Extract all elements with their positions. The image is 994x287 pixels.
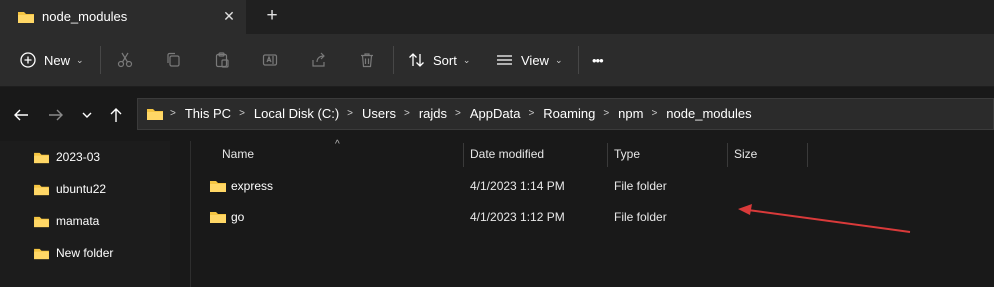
view-button[interactable]: View ⌄ bbox=[496, 48, 563, 72]
command-bar: New ⌄ Sort ⌄ View ⌄ ••• bbox=[0, 34, 994, 87]
column-header-type[interactable]: Type bbox=[614, 147, 640, 161]
close-tab-icon[interactable]: ✕ bbox=[219, 6, 239, 26]
nav-item-new-folder[interactable]: New folder bbox=[33, 243, 113, 263]
sort-button[interactable]: Sort ⌄ bbox=[408, 48, 470, 72]
share-icon[interactable] bbox=[309, 50, 329, 70]
divider bbox=[393, 46, 394, 74]
type-cell: File folder bbox=[614, 210, 667, 224]
chevron-down-icon: ⌄ bbox=[554, 54, 563, 65]
plus-circle-icon bbox=[20, 52, 36, 68]
copy-icon[interactable] bbox=[163, 50, 183, 70]
navigation-pane: 2023-03 ubuntu22 mamata New folder bbox=[0, 141, 170, 287]
nav-item-mamata[interactable]: mamata bbox=[33, 211, 99, 231]
chevron-right-icon[interactable]: > bbox=[603, 108, 609, 119]
chevron-right-icon[interactable]: > bbox=[170, 108, 176, 119]
nav-item-label: New folder bbox=[56, 246, 114, 260]
table-row[interactable]: express 4/1/2023 1:14 PM File folder bbox=[191, 172, 994, 200]
view-list-icon bbox=[496, 53, 513, 67]
file-name-cell: go bbox=[209, 210, 244, 224]
nav-item-label: 2023-03 bbox=[56, 150, 101, 164]
file-list: ^ Name Date modified Type Size express 4… bbox=[191, 139, 994, 287]
nav-item-2023-03[interactable]: 2023-03 bbox=[33, 147, 100, 167]
new-label: New bbox=[44, 52, 71, 68]
tab-title: node_modules bbox=[42, 9, 128, 24]
date-modified-cell: 4/1/2023 1:12 PM bbox=[470, 210, 565, 224]
nav-item-label: mamata bbox=[56, 214, 100, 228]
file-name: express bbox=[231, 179, 274, 193]
rename-icon[interactable] bbox=[260, 50, 280, 70]
chevron-right-icon[interactable]: > bbox=[239, 108, 245, 119]
file-name-cell: express bbox=[209, 179, 273, 193]
column-divider[interactable] bbox=[807, 143, 808, 167]
chevron-down-icon: ⌄ bbox=[76, 54, 84, 65]
breadcrumb-node-modules[interactable]: node_modules bbox=[664, 106, 753, 121]
nav-item-ubuntu22[interactable]: ubuntu22 bbox=[33, 179, 106, 199]
folder-icon bbox=[34, 216, 49, 227]
sort-icon bbox=[408, 52, 426, 68]
address-row: > This PC > Local Disk (C:) > Users > ra… bbox=[0, 87, 994, 141]
breadcrumb-roaming[interactable]: Roaming bbox=[541, 106, 597, 121]
sort-ascending-icon: ^ bbox=[335, 139, 340, 150]
column-header-date-modified[interactable]: Date modified bbox=[470, 147, 544, 161]
nav-item-label: ubuntu22 bbox=[56, 182, 107, 196]
divider bbox=[100, 46, 101, 74]
back-arrow-icon[interactable] bbox=[11, 105, 31, 125]
up-arrow-icon[interactable] bbox=[106, 105, 126, 125]
breadcrumb-appdata[interactable]: AppData bbox=[468, 106, 523, 121]
column-divider[interactable] bbox=[607, 143, 608, 167]
folder-icon bbox=[34, 248, 49, 259]
table-row[interactable]: go 4/1/2023 1:12 PM File folder bbox=[191, 203, 994, 231]
type-cell: File folder bbox=[614, 179, 667, 193]
new-tab-button[interactable]: + bbox=[262, 6, 282, 26]
column-divider[interactable] bbox=[727, 143, 728, 167]
breadcrumb-rajds[interactable]: rajds bbox=[417, 106, 449, 121]
delete-icon[interactable] bbox=[357, 50, 377, 70]
new-button[interactable]: New ⌄ bbox=[20, 48, 84, 72]
address-bar[interactable]: > This PC > Local Disk (C:) > Users > ra… bbox=[137, 98, 994, 130]
forward-arrow-icon[interactable] bbox=[46, 105, 66, 125]
chevron-right-icon[interactable]: > bbox=[455, 108, 461, 119]
folder-icon bbox=[146, 107, 164, 121]
column-divider[interactable] bbox=[463, 143, 464, 167]
breadcrumb-npm[interactable]: npm bbox=[616, 106, 645, 121]
chevron-down-icon: ⌄ bbox=[462, 54, 471, 65]
more-options-icon[interactable]: ••• bbox=[592, 48, 604, 72]
recent-locations-chevron-icon[interactable] bbox=[77, 105, 97, 125]
folder-icon bbox=[17, 10, 35, 29]
file-name: go bbox=[231, 210, 245, 224]
breadcrumb-users[interactable]: Users bbox=[360, 106, 398, 121]
breadcrumb: > This PC > Local Disk (C:) > Users > ra… bbox=[170, 106, 754, 121]
folder-icon bbox=[210, 212, 226, 223]
chevron-right-icon[interactable]: > bbox=[528, 108, 534, 119]
folder-icon bbox=[210, 181, 226, 192]
tab-node-modules[interactable]: node_modules ✕ bbox=[0, 0, 246, 34]
divider bbox=[578, 46, 579, 74]
chevron-right-icon[interactable]: > bbox=[404, 108, 410, 119]
chevron-right-icon[interactable]: > bbox=[347, 108, 353, 119]
breadcrumb-this-pc[interactable]: This PC bbox=[183, 106, 233, 121]
sort-label: Sort bbox=[433, 52, 457, 68]
folder-icon bbox=[34, 184, 49, 195]
breadcrumb-local-disk[interactable]: Local Disk (C:) bbox=[252, 106, 341, 121]
folder-icon bbox=[34, 152, 49, 163]
column-header-size[interactable]: Size bbox=[734, 147, 757, 161]
cut-icon[interactable] bbox=[115, 50, 135, 70]
column-header-name[interactable]: Name bbox=[222, 147, 254, 161]
chevron-right-icon[interactable]: > bbox=[651, 108, 657, 119]
date-modified-cell: 4/1/2023 1:14 PM bbox=[470, 179, 565, 193]
view-label: View bbox=[521, 52, 549, 68]
title-bar: node_modules ✕ + bbox=[0, 0, 994, 34]
paste-icon[interactable] bbox=[212, 50, 232, 70]
